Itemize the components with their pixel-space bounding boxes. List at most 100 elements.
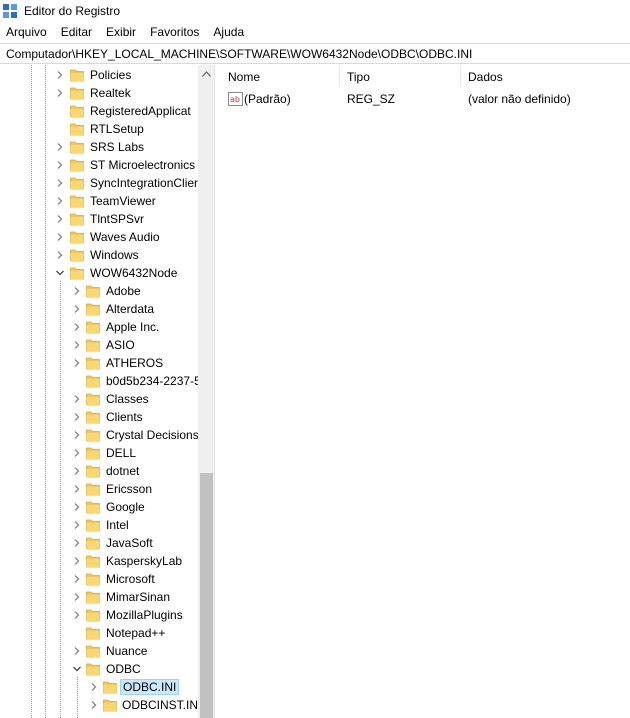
- chevron-down-icon[interactable]: [55, 268, 65, 278]
- tree-item[interactable]: TlntSPSvr: [0, 210, 198, 228]
- tree-item[interactable]: ODBC.INI: [0, 678, 198, 696]
- scroll-up-button[interactable]: [198, 65, 214, 82]
- chevron-right-icon[interactable]: [72, 430, 82, 440]
- chevron-right-icon[interactable]: [72, 538, 82, 548]
- chevron-right-icon[interactable]: [72, 358, 82, 368]
- column-header-nome[interactable]: Nome: [221, 65, 339, 87]
- tree-item[interactable]: Policies: [0, 66, 198, 84]
- tree-item[interactable]: Nuance: [0, 642, 198, 660]
- tree-item[interactable]: Microsoft: [0, 570, 198, 588]
- chevron-right-icon[interactable]: [55, 214, 65, 224]
- column-header-tipo[interactable]: Tipo: [340, 65, 460, 87]
- column-header-dados[interactable]: Dados: [461, 65, 630, 87]
- chevron-right-icon[interactable]: [89, 700, 99, 710]
- chevron-right-icon[interactable]: [72, 574, 82, 584]
- chevron-right-icon[interactable]: [72, 412, 82, 422]
- value-list-pane: Nome Tipo Dados ab (Padrão) REG_SZ (valo…: [221, 65, 630, 718]
- chevron-right-icon[interactable]: [55, 160, 65, 170]
- tree-item[interactable]: Adobe: [0, 282, 198, 300]
- chevron-right-icon[interactable]: [72, 394, 82, 404]
- value-data: (valor não definido): [468, 92, 571, 106]
- tree-item[interactable]: DELL: [0, 444, 198, 462]
- tree-item[interactable]: dotnet: [0, 462, 198, 480]
- menu-ajuda[interactable]: Ajuda: [207, 22, 250, 42]
- address-bar[interactable]: Computador\HKEY_LOCAL_MACHINE\SOFTWARE\W…: [0, 43, 630, 64]
- folder-icon: [86, 411, 100, 424]
- tree-item[interactable]: Realtek: [0, 84, 198, 102]
- tree-item[interactable]: KasperskyLab: [0, 552, 198, 570]
- tree-item[interactable]: Crystal Decisions: [0, 426, 198, 444]
- folder-icon: [70, 69, 84, 82]
- menu-arquivo[interactable]: Arquivo: [0, 22, 53, 42]
- tree-item-label: Ericsson: [106, 482, 153, 496]
- chevron-right-icon[interactable]: [55, 88, 65, 98]
- chevron-right-icon[interactable]: [72, 340, 82, 350]
- tree-item-label: KasperskyLab: [106, 554, 183, 568]
- chevron-right-icon[interactable]: [55, 70, 65, 80]
- tree-item[interactable]: RTLSetup: [0, 120, 198, 138]
- tree-item[interactable]: MozillaPlugins: [0, 606, 198, 624]
- tree-item[interactable]: b0d5b234-2237-5: [0, 372, 198, 390]
- tree-item[interactable]: JavaSoft: [0, 534, 198, 552]
- chevron-right-icon[interactable]: [72, 520, 82, 530]
- chevron-right-icon[interactable]: [89, 682, 99, 692]
- tree-item[interactable]: TeamViewer: [0, 192, 198, 210]
- chevron-right-icon[interactable]: [72, 556, 82, 566]
- folder-icon: [86, 627, 100, 640]
- folder-icon: [70, 159, 84, 172]
- tree-item[interactable]: Intel: [0, 516, 198, 534]
- tree-item[interactable]: Ericsson: [0, 480, 198, 498]
- tree-item[interactable]: Notepad++: [0, 624, 198, 642]
- value-name: (Padrão): [244, 92, 291, 106]
- tree-item[interactable]: WOW6432Node: [0, 264, 198, 282]
- chevron-right-icon[interactable]: [72, 502, 82, 512]
- tree-item-label: SyncIntegrationClier: [90, 176, 198, 190]
- tree-item[interactable]: SRS Labs: [0, 138, 198, 156]
- chevron-right-icon[interactable]: [72, 484, 82, 494]
- tree-item[interactable]: Apple Inc.: [0, 318, 198, 336]
- chevron-right-icon[interactable]: [72, 304, 82, 314]
- table-row[interactable]: ab (Padrão) REG_SZ (valor não definido): [221, 89, 630, 109]
- tree-item[interactable]: ODBCINST.INI: [0, 696, 198, 714]
- tree-item[interactable]: Classes: [0, 390, 198, 408]
- chevron-right-icon[interactable]: [55, 196, 65, 206]
- chevron-right-icon[interactable]: [72, 286, 82, 296]
- folder-icon: [86, 645, 100, 658]
- chevron-right-icon[interactable]: [55, 232, 65, 242]
- tree-item[interactable]: ATHEROS: [0, 354, 198, 372]
- tree-item-label: SRS Labs: [90, 140, 145, 154]
- folder-icon: [86, 393, 100, 406]
- tree-item[interactable]: Waves Audio: [0, 228, 198, 246]
- folder-icon: [70, 177, 84, 190]
- chevron-right-icon[interactable]: [72, 322, 82, 332]
- chevron-right-icon[interactable]: [72, 448, 82, 458]
- scroll-thumb[interactable]: [200, 473, 213, 718]
- key-tree: Policies Realtek RegisteredApplicat RTLSetu…: [0, 65, 198, 718]
- tree-item[interactable]: SyncIntegrationClier: [0, 174, 198, 192]
- string-value-icon: ab: [228, 92, 243, 106]
- tree-scrollbar[interactable]: [198, 65, 214, 718]
- tree-item[interactable]: Alterdata: [0, 300, 198, 318]
- chevron-down-icon[interactable]: [72, 664, 82, 674]
- tree-item[interactable]: ODBC: [0, 660, 198, 678]
- tree-item[interactable]: Google: [0, 498, 198, 516]
- chevron-right-icon[interactable]: [55, 142, 65, 152]
- folder-icon: [86, 321, 100, 334]
- tree-item[interactable]: Clients: [0, 408, 198, 426]
- tree-item[interactable]: Windows: [0, 246, 198, 264]
- tree-item[interactable]: MimarSinan: [0, 588, 198, 606]
- tree-item[interactable]: RegisteredApplicat: [0, 102, 198, 120]
- chevron-right-icon[interactable]: [55, 250, 65, 260]
- chevron-right-icon[interactable]: [72, 592, 82, 602]
- chevron-right-icon[interactable]: [72, 466, 82, 476]
- menu-exibir[interactable]: Exibir: [100, 22, 142, 42]
- tree-item[interactable]: ST Microelectronics: [0, 156, 198, 174]
- menu-favoritos[interactable]: Favoritos: [144, 22, 205, 42]
- menu-editar[interactable]: Editar: [55, 22, 98, 42]
- tree-item[interactable]: ASIO: [0, 336, 198, 354]
- tree-item-label: Intel: [106, 518, 129, 532]
- tree-item-label: ST Microelectronics: [90, 158, 196, 172]
- chevron-right-icon[interactable]: [72, 610, 82, 620]
- chevron-right-icon[interactable]: [55, 178, 65, 188]
- chevron-right-icon[interactable]: [72, 646, 82, 656]
